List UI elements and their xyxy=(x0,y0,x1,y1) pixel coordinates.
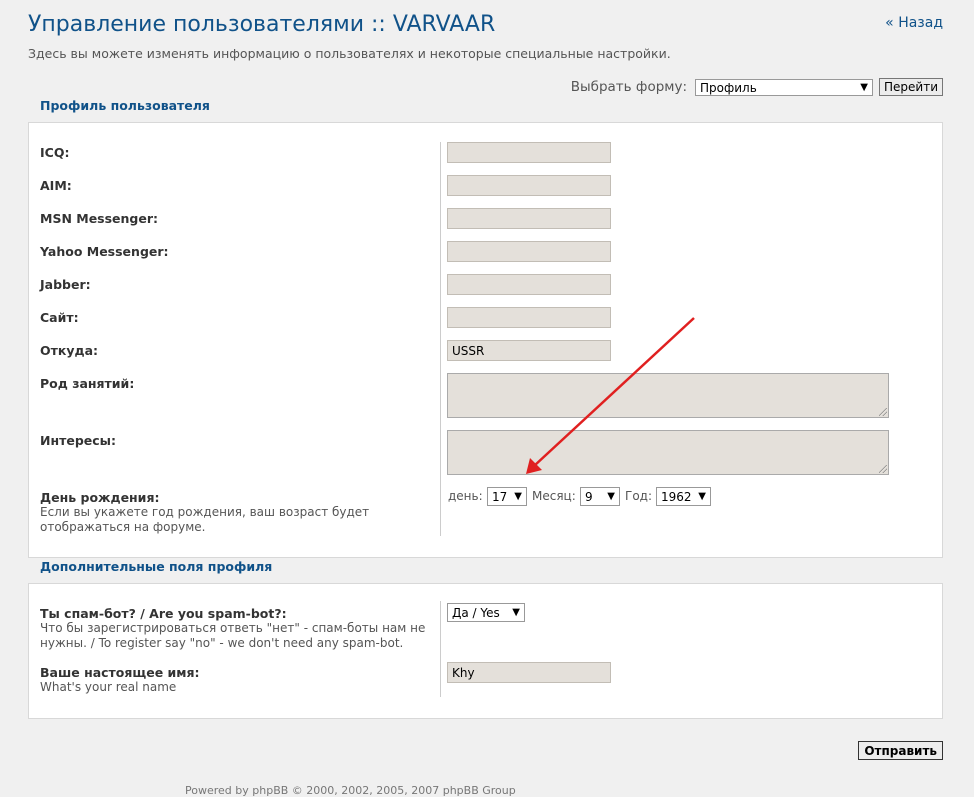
realname-label: Ваше настоящее имя: xyxy=(40,665,200,680)
chevron-down-icon: ▼ xyxy=(514,491,522,502)
form-select-label: Выбрать форму: xyxy=(570,79,687,95)
chevron-down-icon: ▼ xyxy=(698,491,706,502)
go-button[interactable]: Перейти xyxy=(879,78,943,96)
icq-field[interactable] xyxy=(447,142,611,163)
icq-label: ICQ: xyxy=(40,145,70,160)
day-value: 17 xyxy=(492,490,508,504)
jabber-label: Jabber: xyxy=(40,277,91,292)
day-select[interactable]: 17 ▼ xyxy=(487,487,527,506)
msn-field[interactable] xyxy=(447,208,611,229)
location-field[interactable]: USSR xyxy=(447,340,611,361)
back-link[interactable]: « Назад xyxy=(885,15,943,31)
interests-textarea[interactable] xyxy=(447,430,889,475)
extra-divider xyxy=(440,601,441,697)
profile-divider xyxy=(440,142,441,536)
realname-help: What's your real name xyxy=(40,680,177,694)
aim-field[interactable] xyxy=(447,175,611,196)
occupation-textarea[interactable] xyxy=(447,373,889,418)
month-select[interactable]: 9 ▼ xyxy=(580,487,620,506)
location-label: Откуда: xyxy=(40,343,99,358)
msn-label: MSN Messenger: xyxy=(40,211,159,226)
website-label: Сайт: xyxy=(40,310,79,325)
spam-help: Что бы зарегистрироваться ответь "нет" -… xyxy=(40,621,426,650)
form-select-dropdown[interactable]: Профиль ▼ xyxy=(695,78,873,96)
resize-handle-icon[interactable] xyxy=(879,465,887,473)
year-label: Год: xyxy=(625,489,652,503)
birthday-label: День рождения: xyxy=(40,490,160,505)
year-select[interactable]: 1962 ▼ xyxy=(656,487,711,506)
chevron-down-icon: ▼ xyxy=(860,81,868,93)
form-select-value: Профиль xyxy=(700,80,757,95)
profile-legend: Профиль пользователя xyxy=(29,98,221,119)
realname-field[interactable]: Khy xyxy=(447,662,611,683)
month-label: Месяц: xyxy=(532,489,576,503)
spam-value: Да / Yes xyxy=(452,606,500,620)
yahoo-label: Yahoo Messenger: xyxy=(40,244,169,259)
spam-select[interactable]: Да / Yes ▼ xyxy=(447,603,525,622)
yahoo-field[interactable] xyxy=(447,241,611,262)
submit-button[interactable]: Отправить xyxy=(858,741,943,760)
day-label: день: xyxy=(448,489,483,503)
page-description: Здесь вы можете изменять информацию о по… xyxy=(28,46,671,61)
chevron-down-icon: ▼ xyxy=(607,491,615,502)
jabber-field[interactable] xyxy=(447,274,611,295)
occupation-label: Род занятий: xyxy=(40,376,135,391)
interests-label: Интересы: xyxy=(40,433,116,448)
birthday-help: Если вы укажете год рождения, ваш возрас… xyxy=(40,505,370,534)
spam-label: Ты спам-бот? / Are you spam-bot?: xyxy=(40,606,287,621)
aim-label: AIM: xyxy=(40,178,72,193)
form-select-row: Выбрать форму: Профиль ▼ Перейти xyxy=(571,78,943,96)
month-value: 9 xyxy=(585,490,593,504)
chevron-down-icon: ▼ xyxy=(512,607,520,618)
year-value: 1962 xyxy=(661,490,692,504)
resize-handle-icon[interactable] xyxy=(879,408,887,416)
extra-legend: Дополнительные поля профиля xyxy=(29,559,284,580)
website-field[interactable] xyxy=(447,307,611,328)
page-title: Управление пользователями :: VARVAAR xyxy=(28,12,496,37)
